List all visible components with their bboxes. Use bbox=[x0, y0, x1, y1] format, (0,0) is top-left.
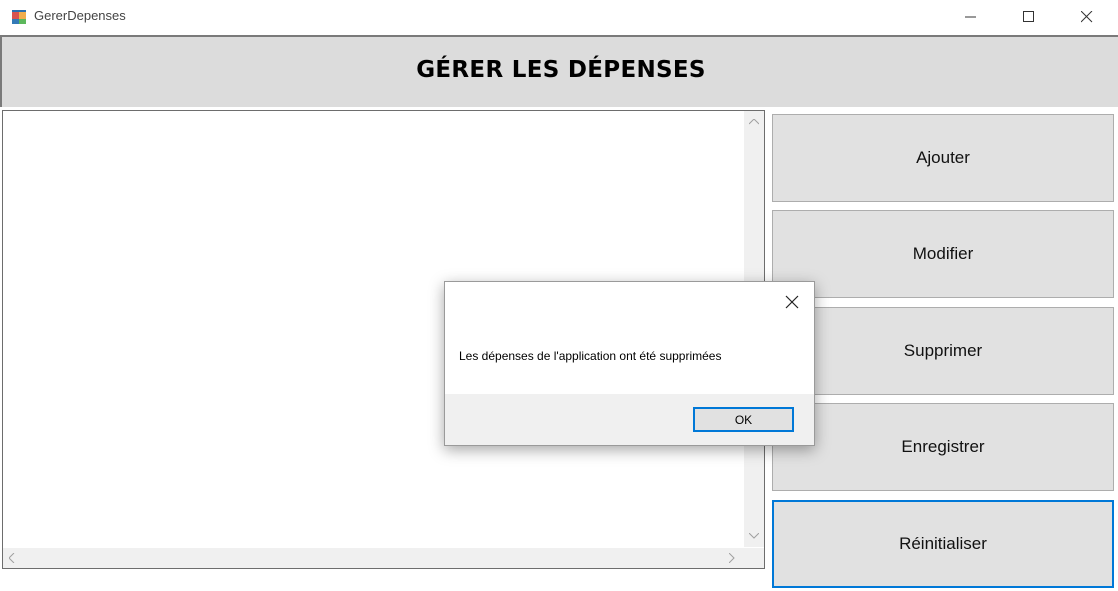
ok-button[interactable]: OK bbox=[693, 407, 794, 432]
minimize-button[interactable] bbox=[948, 0, 994, 34]
title-bar: GererDepenses bbox=[0, 0, 1118, 34]
header-panel: GÉRER LES DÉPENSES bbox=[0, 35, 1118, 107]
app-icon bbox=[11, 9, 27, 25]
maximize-icon bbox=[1023, 11, 1034, 22]
dialog-close-button[interactable] bbox=[778, 288, 806, 316]
dialog-footer: OK bbox=[445, 394, 814, 445]
maximize-button[interactable] bbox=[1006, 0, 1052, 34]
page-title: GÉRER LES DÉPENSES bbox=[416, 57, 706, 83]
minimize-icon bbox=[965, 16, 976, 18]
close-icon bbox=[1081, 11, 1093, 23]
enregistrer-button[interactable]: Enregistrer bbox=[772, 403, 1114, 491]
close-icon bbox=[785, 295, 799, 309]
scroll-right-icon[interactable] bbox=[729, 553, 735, 563]
modifier-button[interactable]: Modifier bbox=[772, 210, 1114, 298]
message-dialog: Les dépenses de l'application ont été su… bbox=[444, 281, 815, 446]
close-button[interactable] bbox=[1064, 0, 1110, 34]
bottom-strip bbox=[2, 569, 765, 591]
scrollbar-corner bbox=[744, 548, 764, 568]
horizontal-scrollbar[interactable] bbox=[3, 548, 744, 568]
scroll-down-icon[interactable] bbox=[749, 533, 759, 539]
dialog-message: Les dépenses de l'application ont été su… bbox=[459, 349, 722, 363]
ajouter-button[interactable]: Ajouter bbox=[772, 114, 1114, 202]
reinitialiser-button[interactable]: Réinitialiser bbox=[772, 500, 1114, 588]
scroll-up-icon[interactable] bbox=[749, 119, 759, 125]
supprimer-button[interactable]: Supprimer bbox=[772, 307, 1114, 395]
scroll-left-icon[interactable] bbox=[9, 553, 15, 563]
window-title: GererDepenses bbox=[34, 8, 126, 23]
